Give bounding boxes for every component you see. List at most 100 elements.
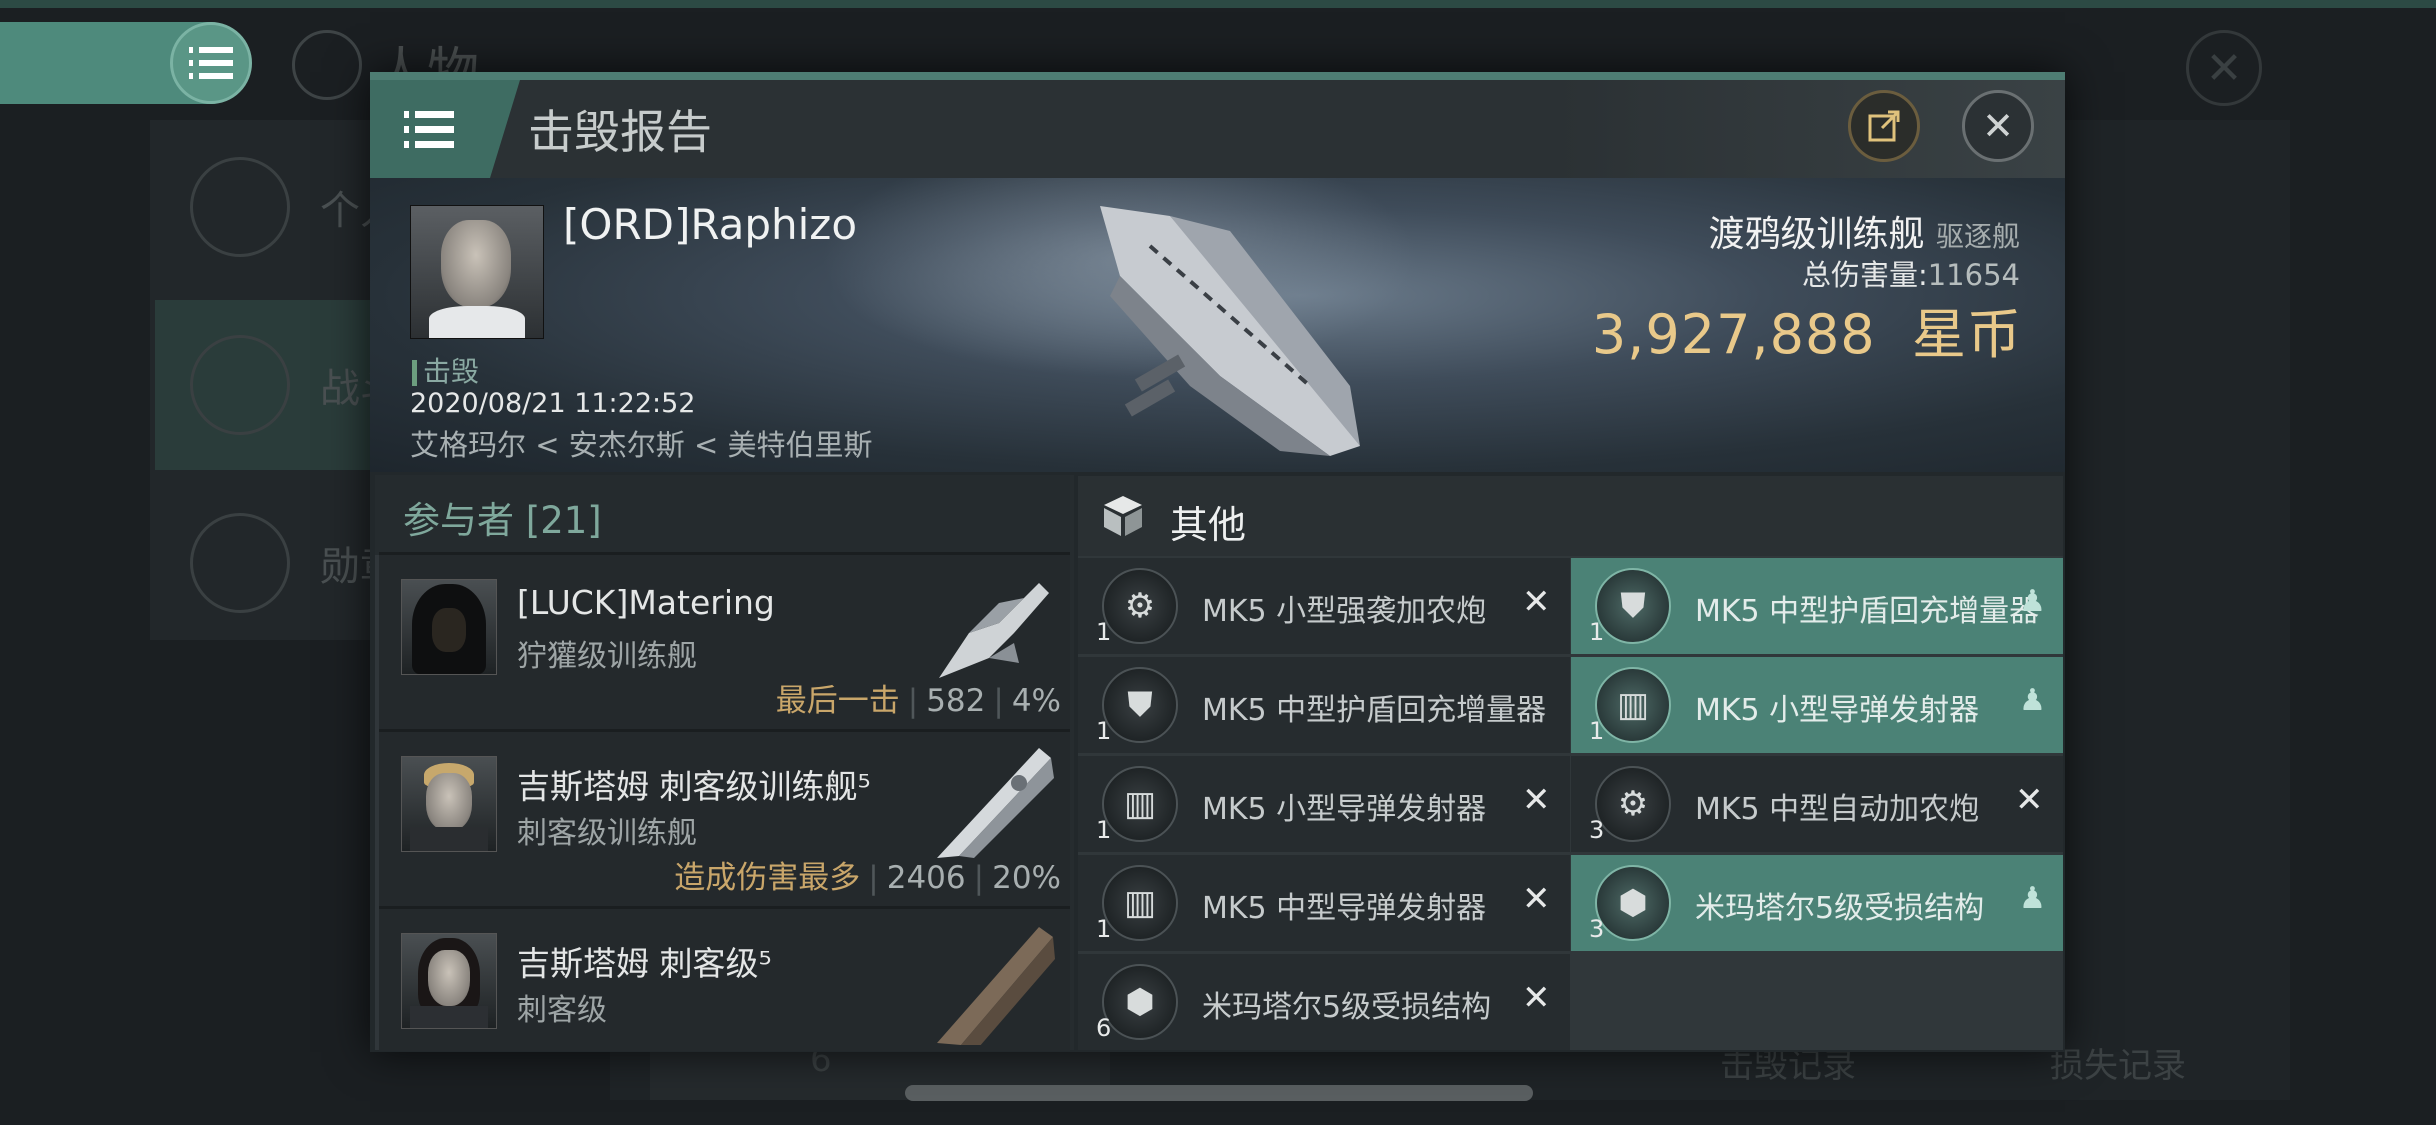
participant-face (432, 608, 466, 652)
victim-portrait[interactable] (410, 205, 544, 339)
item-name: MK5 中型自动加农炮 (1695, 792, 1980, 827)
participant-damage: 582 (926, 683, 986, 719)
victim-name[interactable]: [ORD]Raphizo (563, 200, 857, 249)
item-slot[interactable]: ⛊ 1 MK5 中型护盾回充增量器 ♟ (1571, 558, 2063, 654)
item-slot[interactable]: ⬢ 3 米玛塔尔5级受损结构 ♟ (1571, 855, 2063, 951)
ship-name: 渡鸦级训练舰 (1708, 214, 1925, 255)
destroyed-icon: ✕ (1522, 780, 1551, 820)
participant-ship-image (937, 927, 1055, 1045)
dropped-icon: ♟ (2019, 683, 2046, 718)
ship-title: 渡鸦级训练舰 驱逐舰 (1500, 205, 2020, 257)
kill-date: 2020/08/21 11:22:52 (410, 388, 696, 419)
item-name: MK5 小型强袭加农炮 (1202, 594, 1487, 629)
menu-icon (189, 45, 233, 81)
isk-amount: 3,927,888 (1591, 303, 1876, 366)
kill-tag-bar (412, 360, 417, 386)
item-slot[interactable]: ▥ 1 MK5 小型导弹发射器 ✕ (1078, 756, 1570, 852)
participant-percent: 20% (992, 860, 1061, 896)
item-slot[interactable]: ▥ 1 MK5 小型导弹发射器 ♟ (1571, 657, 2063, 753)
item-name: MK5 中型护盾回充增量器 (1202, 693, 1547, 728)
victim-ship-image (1100, 206, 1360, 456)
kill-location: 艾格玛尔 < 安杰尔斯 < 美特伯里斯 (410, 428, 873, 462)
item-slot[interactable]: ⛊ 1 MK5 中型护盾回充增量器 (1078, 657, 1570, 753)
shield-icon: ⛊ (1595, 568, 1671, 644)
share-button[interactable] (1848, 90, 1920, 162)
item-quantity: 3 (1589, 915, 1605, 943)
destroyed-icon: ✕ (2015, 780, 2044, 820)
participant-ship: 狞獾级训练舰 (517, 639, 697, 674)
participant-body (410, 1006, 488, 1028)
bg-close-button[interactable]: ✕ (2186, 30, 2262, 106)
participant-stats: 最后一击 | 582 | 4% (775, 683, 1061, 719)
home-indicator (905, 1085, 1533, 1101)
launcher-icon: ▥ (1102, 865, 1178, 941)
dialog-title: 击毁报告 (528, 105, 712, 159)
swords-icon (190, 335, 290, 435)
participant-portrait (401, 579, 497, 675)
item-slot[interactable]: ▥ 1 MK5 中型导弹发射器 ✕ (1078, 855, 1570, 951)
participant-row[interactable]: 吉斯塔姆 刺客级训练舰⁵ 刺客级训练舰 造成伤害最多 | 2406 | 20% (379, 729, 1070, 908)
destroyed-icon: ✕ (1522, 879, 1551, 919)
character-icon (292, 30, 362, 100)
participant-ship: 刺客级 (517, 993, 607, 1028)
isk-value: 3,927,888 星币 (1400, 290, 2022, 369)
item-slot[interactable]: ⬢ 6 米玛塔尔5级受损结构 ✕ (1078, 954, 1570, 1050)
item-quantity: 1 (1096, 915, 1112, 943)
item-quantity: 6 (1096, 1014, 1112, 1042)
participant-row[interactable]: 吉斯塔姆 刺客级⁵ 刺客级 (379, 906, 1070, 1051)
participant-stats: 造成伤害最多 | 2406 | 20% (674, 860, 1061, 896)
total-damage-label: 总伤害量: (1801, 258, 1928, 292)
isk-currency: 星币 (1912, 303, 2022, 366)
item-name: MK5 小型导弹发射器 (1695, 693, 1980, 728)
launcher-icon: ▥ (1595, 667, 1671, 743)
participant-body (410, 827, 488, 851)
item-quantity: 1 (1589, 717, 1605, 745)
participant-row[interactable]: [LUCK]Matering 狞獾级训练舰 最后一击 | 582 | 4% (379, 552, 1070, 731)
item-name: 米玛塔尔5级受损结构 (1695, 891, 1985, 926)
participant-face (426, 773, 472, 831)
close-icon: ✕ (1982, 104, 2014, 148)
item-name: MK5 小型导弹发射器 (1202, 792, 1487, 827)
total-damage: 总伤害量:11654 (1500, 252, 2020, 294)
participant-percent: 4% (1011, 683, 1061, 719)
participants-title: 参与者 [21] (403, 499, 602, 542)
launcher-icon: ▥ (1102, 766, 1178, 842)
bg-menu-button[interactable] (170, 22, 252, 104)
participant-tag: 最后一击 (775, 683, 900, 719)
dialog-accent-bar (370, 72, 2065, 80)
participant-tag: 造成伤害最多 (674, 860, 861, 896)
item-slot[interactable]: ⚙ 3 MK5 中型自动加农炮 ✕ (1571, 756, 2063, 852)
item-name: MK5 中型护盾回充增量器 (1695, 594, 2040, 629)
item-quantity: 3 (1589, 816, 1605, 844)
top-strip (0, 0, 2436, 8)
total-damage-value: 11654 (1927, 258, 2020, 292)
medal-icon (190, 513, 290, 613)
share-icon (1868, 110, 1900, 142)
victim-face (441, 220, 511, 308)
participant-ship: 刺客级训练舰 (517, 816, 697, 851)
victim-collar (429, 306, 525, 338)
list-icon (190, 157, 290, 257)
bg-losses-link[interactable]: 损失记录 (2050, 1038, 2186, 1087)
items-title: 其他 (1170, 503, 1247, 547)
item-quantity: 1 (1589, 618, 1605, 646)
participant-portrait (401, 933, 497, 1029)
ship-class: 驱逐舰 (1935, 220, 2020, 253)
item-slot[interactable]: ⚙ 1 MK5 小型强袭加农炮 ✕ (1078, 558, 1570, 654)
participant-ship-image (939, 583, 1049, 678)
structure-icon: ⬢ (1595, 865, 1671, 941)
dropped-icon: ♟ (2019, 584, 2046, 619)
cannon-icon: ⚙ (1595, 766, 1671, 842)
dialog-close-button[interactable]: ✕ (1962, 90, 2034, 162)
participant-face (428, 950, 470, 1006)
participant-ship-image (937, 748, 1054, 858)
item-quantity: 1 (1096, 816, 1112, 844)
item-name: 米玛塔尔5级受损结构 (1202, 990, 1492, 1025)
dropped-icon: ♟ (2019, 881, 2046, 916)
participant-name: 吉斯塔姆 刺客级⁵ (517, 944, 772, 983)
participant-name: [LUCK]Matering (517, 583, 775, 622)
participant-damage: 2406 (886, 860, 966, 896)
cannon-icon: ⚙ (1102, 568, 1178, 644)
close-icon: ✕ (2205, 42, 2243, 94)
kill-tag: 击毁 (412, 350, 479, 390)
